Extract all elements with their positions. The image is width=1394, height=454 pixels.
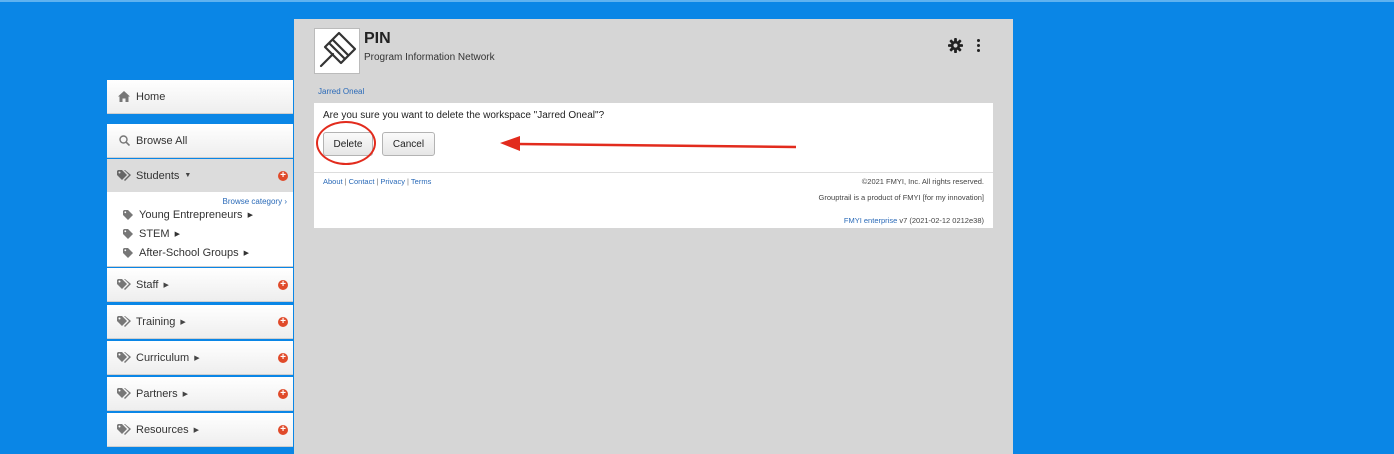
footer-divider	[314, 172, 993, 173]
sidebar-item-browse-all[interactable]: Browse All	[107, 124, 293, 158]
subcategory-label: STEM	[139, 228, 170, 240]
cancel-button[interactable]: Cancel	[382, 132, 435, 156]
sidebar-item-students[interactable]: Students ▼ +	[107, 159, 293, 193]
subcategory-label: Young Entrepreneurs	[139, 209, 243, 221]
product-line: Grouptrail is a product of FMYI [for my …	[818, 193, 984, 202]
more-options-icon[interactable]	[977, 39, 981, 54]
caret-right-icon: ▶	[180, 318, 186, 326]
delete-confirm-question: Are you sure you want to delete the work…	[323, 110, 605, 121]
tags-icon	[116, 279, 132, 290]
sidebar-item-label: Browse All	[136, 134, 188, 147]
about-link[interactable]: About	[323, 177, 343, 186]
sidebar-item-curriculum[interactable]: Curriculum ▶ +	[107, 341, 293, 375]
add-icon[interactable]: +	[278, 316, 288, 327]
breadcrumb[interactable]: Jarred Oneal	[318, 87, 364, 96]
top-edge	[0, 0, 1394, 2]
sidebar-item-label: Partners	[136, 387, 178, 400]
sidebar-item-resources[interactable]: Resources ▶ +	[107, 413, 293, 447]
sidebar-item-training[interactable]: Training ▶ +	[107, 305, 293, 339]
add-icon[interactable]: +	[278, 170, 288, 181]
add-icon[interactable]: +	[278, 424, 288, 435]
enterprise-link[interactable]: FMYI enterprise	[844, 216, 897, 225]
sidebar-item-label: Students	[136, 169, 180, 182]
browse-category-link[interactable]: Browse category ›	[223, 197, 288, 206]
caret-right-icon: ▶	[194, 354, 200, 362]
sidebar-item-label: Curriculum	[136, 351, 190, 364]
tags-icon	[116, 170, 132, 181]
home-icon	[116, 91, 132, 102]
contact-link[interactable]: Contact	[349, 177, 375, 186]
add-icon[interactable]: +	[278, 279, 288, 290]
caret-right-icon: ▶	[163, 281, 169, 289]
sidebar-item-staff[interactable]: Staff ▶ +	[107, 268, 293, 302]
caret-down-icon: ▼	[184, 172, 192, 179]
tag-icon	[123, 210, 135, 220]
subcategory-label: After-School Groups	[139, 247, 239, 259]
version-info: FMYI enterprise v7 (2021-02-12 0212e38)	[844, 216, 984, 225]
privacy-link[interactable]: Privacy	[380, 177, 405, 186]
caret-right-icon: ▶	[247, 212, 253, 219]
version-label: v7 (2021-02-12 0212e38)	[899, 216, 984, 225]
tags-icon	[116, 424, 132, 435]
annotation-circle	[316, 121, 376, 165]
sidebar-item-label: Resources	[136, 423, 189, 436]
tags-icon	[116, 316, 132, 327]
pushpin-logo-icon	[314, 28, 360, 74]
tag-icon	[123, 229, 135, 239]
sidebar-item-label: Training	[136, 315, 176, 328]
add-icon[interactable]: +	[278, 388, 288, 399]
delete-confirm-card: Are you sure you want to delete the work…	[314, 103, 993, 228]
app-title: PIN	[364, 30, 391, 47]
app-subtitle: Program Information Network	[364, 52, 495, 63]
caret-right-icon: ▶	[174, 231, 180, 238]
gear-icon[interactable]	[948, 38, 963, 58]
subcategory-stem[interactable]: STEM ▶	[123, 228, 180, 240]
caret-right-icon: ▶	[182, 390, 188, 398]
students-subcategories: Browse category › Young Entrepreneurs ▶ …	[107, 192, 293, 267]
add-icon[interactable]: +	[278, 352, 288, 363]
tags-icon	[116, 388, 132, 399]
copyright: ©2021 FMYI, Inc. All rights reserved.	[861, 177, 984, 186]
sidebar-item-label: Staff	[136, 278, 159, 291]
chevron-right-icon: ›	[284, 197, 287, 206]
annotation-arrow	[500, 136, 797, 151]
tag-icon	[123, 248, 135, 258]
tags-icon	[116, 352, 132, 363]
subcategory-after-school-groups[interactable]: After-School Groups ▶	[123, 247, 249, 259]
browse-category-label: Browse category	[222, 197, 283, 206]
footer-links: About | Contact | Privacy | Terms	[323, 177, 432, 186]
terms-link[interactable]: Terms	[411, 177, 431, 186]
sidebar-item-home[interactable]: Home	[107, 80, 293, 114]
caret-right-icon: ▶	[243, 250, 250, 257]
subcategory-young-entrepreneurs[interactable]: Young Entrepreneurs ▶	[123, 209, 253, 221]
search-icon	[116, 135, 132, 146]
main-panel: PIN Program Information Network Jarred O…	[294, 19, 1013, 454]
sidebar-item-label: Home	[136, 90, 166, 103]
caret-right-icon: ▶	[193, 426, 199, 434]
sidebar-item-partners[interactable]: Partners ▶ +	[107, 377, 293, 411]
